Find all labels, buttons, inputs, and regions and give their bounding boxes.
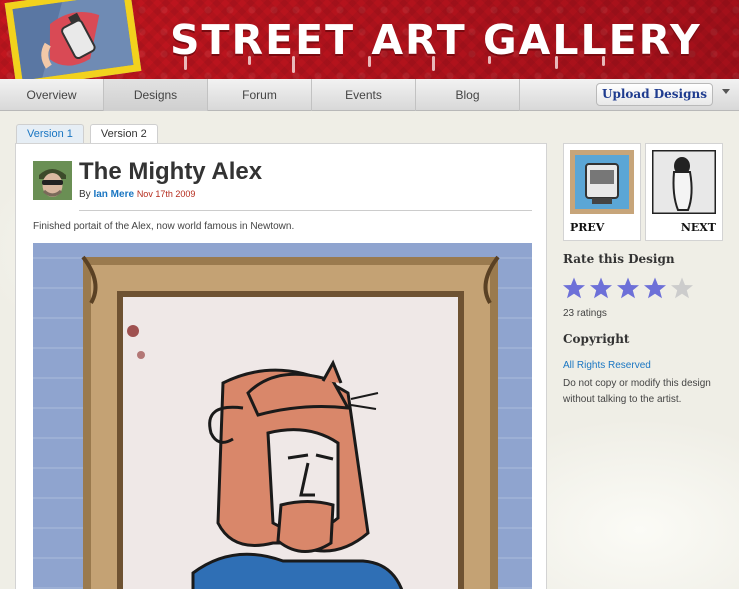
star-icon[interactable]	[642, 276, 668, 300]
prev-label: PREV	[570, 221, 605, 234]
by-label: By	[79, 189, 91, 200]
nav-item-forum[interactable]: Forum	[208, 79, 312, 111]
nav-item-blog[interactable]: Blog	[416, 79, 520, 111]
star-icon[interactable]	[615, 276, 641, 300]
thumbnail-image-icon	[652, 150, 716, 214]
prev-thumbnail	[570, 150, 634, 214]
next-thumbnail	[652, 150, 716, 214]
design-description: Finished portait of the Alex, now world …	[33, 221, 295, 232]
chevron-down-icon[interactable]	[722, 89, 730, 94]
tab-version-1[interactable]: Version 1	[16, 124, 84, 144]
divider	[79, 210, 532, 211]
site-header: STREET ART GALLERY	[0, 0, 739, 79]
copyright-notice: Do not copy or modify this design withou…	[563, 378, 711, 405]
nav-item-designs[interactable]: Designs	[104, 79, 208, 111]
thumbnail-image-icon	[570, 150, 634, 214]
next-label: NEXT	[680, 221, 716, 234]
spray-can-logo-icon	[12, 0, 134, 79]
version-tabs: Version 1 Version 2	[16, 124, 164, 144]
star-icon[interactable]	[669, 276, 695, 300]
paint-drips	[184, 56, 605, 73]
star-icon[interactable]	[561, 276, 587, 300]
upload-designs-button[interactable]: Upload Designs	[596, 83, 713, 106]
publish-date: Nov 17th 2009	[136, 189, 196, 199]
author-link[interactable]: Ian Mere	[93, 189, 134, 200]
star-icon[interactable]	[588, 276, 614, 300]
all-rights-reserved-link[interactable]: All Rights Reserved	[563, 360, 651, 371]
star-rating[interactable]	[561, 276, 696, 300]
byline: By Ian Mere Nov 17th 2009	[79, 189, 195, 200]
author-photo-icon	[33, 161, 72, 200]
artwork-illustration	[33, 243, 532, 589]
avatar[interactable]	[33, 161, 72, 200]
main-nav: Overview Designs Forum Events Blog Uploa…	[0, 79, 739, 111]
site-logo[interactable]	[4, 0, 142, 79]
next-design-button[interactable]: NEXT	[645, 143, 723, 241]
ratings-count: 23 ratings	[563, 308, 607, 319]
design-panel: The Mighty Alex By Ian Mere Nov 17th 200…	[15, 143, 547, 589]
rate-section-title: Rate this Design	[563, 252, 675, 266]
copyright-title: Copyright	[563, 332, 630, 346]
nav-item-overview[interactable]: Overview	[0, 79, 104, 111]
prev-design-button[interactable]: PREV	[563, 143, 641, 241]
design-image[interactable]	[33, 243, 532, 589]
nav-item-events[interactable]: Events	[312, 79, 416, 111]
page-title: The Mighty Alex	[79, 158, 263, 185]
tab-version-2[interactable]: Version 2	[89, 124, 158, 144]
